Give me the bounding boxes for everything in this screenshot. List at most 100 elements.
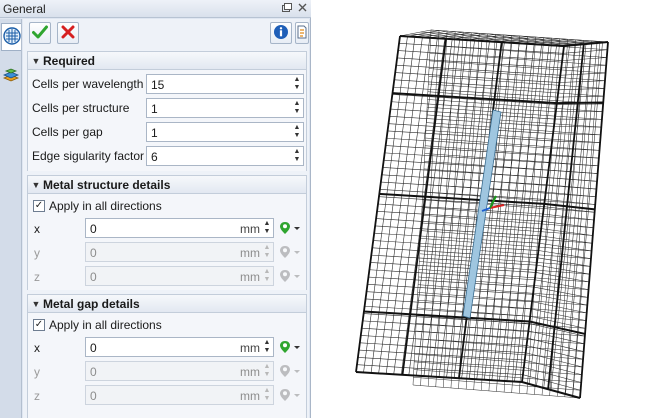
info-button[interactable] — [270, 22, 292, 44]
help-button[interactable] — [295, 22, 309, 44]
spin-arrows-icon[interactable]: ▲ ▼ — [263, 220, 271, 236]
field-label: Cells per gap — [32, 125, 103, 139]
axis-y-field: 0 mm ▲ ▼ — [85, 242, 274, 262]
mesh-front-hline — [376, 218, 542, 229]
axis-z-row: z 0 mm ▲ ▼ — [28, 265, 308, 289]
field-value: 15 — [151, 78, 165, 92]
spin-arrows-icon: ▲ ▼ — [263, 363, 271, 378]
ok-button[interactable] — [29, 22, 51, 44]
spin-arrows-icon[interactable]: ▲ ▼ — [293, 148, 301, 164]
mesh-back-hline — [415, 338, 584, 352]
mesh-front-hline — [368, 276, 534, 288]
side-tab-strip — [0, 19, 22, 418]
metal-gap-section-body: ✓ Apply in all directions x 0 mm ▲ ▼ y 0… — [27, 313, 307, 418]
3d-viewport[interactable] — [318, 0, 650, 418]
field-value: 6 — [151, 150, 158, 164]
axis-label: z — [34, 270, 40, 284]
spin-arrows-icon[interactable]: ▲ ▼ — [263, 339, 271, 355]
metal-gap-section-header[interactable]: ▼ Metal gap details — [27, 294, 307, 313]
metal-structure-section-title: Metal structure details — [43, 177, 171, 192]
mesh-view[interactable] — [318, 0, 650, 418]
spin-arrows-icon: ▲ ▼ — [263, 387, 271, 402]
required-section-title: Required — [43, 53, 96, 68]
field-value: 0 — [90, 246, 97, 260]
mesh-back-hline — [428, 76, 605, 89]
cells-per-gap-field[interactable]: 1 ▲ ▼ — [146, 122, 304, 142]
mesh-front-hline — [381, 174, 547, 186]
pick-point-icon — [278, 268, 304, 284]
mesh-front-hline — [395, 72, 560, 83]
apply-all-directions-label: Apply in all directions — [49, 318, 162, 332]
close-icon[interactable] — [296, 3, 308, 14]
collapse-triangle-icon: ▼ — [31, 55, 41, 66]
mesh-front-hline — [385, 145, 551, 156]
pick-point-icon — [278, 244, 304, 260]
required-section-header[interactable]: ▼ Required — [27, 51, 307, 70]
apply-all-directions-checkbox[interactable]: ✓ — [33, 319, 45, 331]
mesh-front-hline — [359, 342, 526, 354]
mesh-settings-tab[interactable] — [1, 23, 21, 51]
layers-tab[interactable] — [1, 63, 21, 91]
mesh-side-hline — [538, 250, 591, 259]
unit-label: mm — [240, 222, 260, 236]
cells-per-wavelength-field[interactable]: 15 ▲ ▼ — [146, 74, 304, 94]
mesh-front-hline — [366, 291, 533, 302]
panel-content: ▼ Required Cells per wavelength 15 ▲ ▼ Ce… — [23, 19, 309, 418]
mesh-side-hline — [537, 257, 591, 267]
spin-arrows-icon[interactable]: ▲ ▼ — [293, 100, 301, 116]
field-label: Cells per structure — [32, 101, 130, 115]
cells-per-gap-row: Cells per gap 1 ▲ ▼ — [28, 121, 308, 143]
mesh-side-hline — [536, 264, 590, 275]
panel-title: General — [3, 2, 46, 16]
apply-all-directions-row: ✓ Apply in all directions — [28, 196, 308, 216]
field-value: 1 — [151, 102, 158, 116]
panel-toolbar — [23, 19, 309, 49]
spin-arrows-icon: ▲ ▼ — [263, 244, 271, 259]
apply-all-directions-row: ✓ Apply in all directions — [28, 315, 308, 335]
field-value: 0 — [90, 389, 97, 403]
unit-label: mm — [240, 365, 260, 379]
axis-x-row: x 0 mm ▲ ▼ — [28, 336, 308, 360]
help-icon — [297, 24, 307, 43]
apply-all-directions-checkbox[interactable]: ✓ — [33, 200, 45, 212]
spin-arrows-icon[interactable]: ▲ ▼ — [293, 76, 301, 92]
field-value: 0 — [90, 270, 97, 284]
field-value: 1 — [151, 126, 158, 140]
mesh-front-hline — [396, 64, 561, 76]
pick-point-icon[interactable] — [278, 339, 304, 355]
mesh-front-hline — [398, 50, 563, 61]
mesh-back-hline — [416, 307, 587, 321]
mesh-front-hline — [377, 211, 543, 222]
pick-point-icon — [278, 363, 304, 379]
app-root: General ▼ Required Cells per wavelength … — [0, 0, 650, 418]
unit-label: mm — [240, 270, 260, 284]
pick-point-icon — [278, 387, 304, 403]
edge-singularity-field[interactable]: 6 ▲ ▼ — [146, 146, 304, 166]
unit-label: mm — [240, 246, 260, 260]
mesh-front-hline — [397, 57, 562, 69]
axis-z-field: 0 mm ▲ ▼ — [85, 385, 274, 405]
mesh-front-hline — [360, 335, 527, 346]
info-icon — [273, 24, 289, 43]
panel-titlebar: General — [0, 0, 311, 18]
mesh-front-hline — [386, 137, 552, 149]
axis-x-field[interactable]: 0 mm ▲ ▼ — [85, 218, 274, 238]
pick-point-icon[interactable] — [278, 220, 304, 236]
mesh-front-hline — [369, 269, 535, 281]
cells-per-structure-field[interactable]: 1 ▲ ▼ — [146, 98, 304, 118]
metal-structure-section-header[interactable]: ▼ Metal structure details — [27, 175, 307, 194]
axis-x-field[interactable]: 0 mm ▲ ▼ — [85, 337, 274, 357]
field-value: 0 — [90, 222, 97, 236]
mesh-back-hline — [416, 323, 585, 337]
spin-arrows-icon[interactable]: ▲ ▼ — [293, 124, 301, 140]
field-label: Cells per wavelength — [32, 77, 144, 91]
restore-icon[interactable] — [281, 3, 293, 14]
mesh-front-hline — [384, 152, 550, 164]
axis-label: z — [34, 389, 40, 403]
mesh-side-hline — [530, 315, 586, 329]
mesh-front-hline — [371, 254, 537, 266]
cancel-button[interactable] — [57, 22, 79, 44]
mesh-band — [355, 371, 581, 399]
collapse-triangle-icon: ▼ — [31, 179, 41, 190]
mesh-front-hline — [388, 123, 554, 134]
